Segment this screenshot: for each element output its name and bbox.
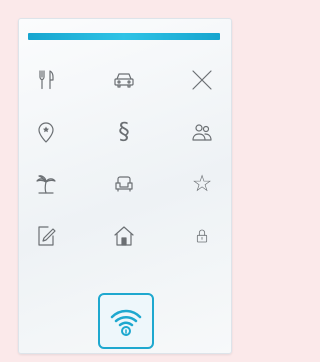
lock-button[interactable] bbox=[182, 216, 222, 256]
home-icon bbox=[114, 226, 134, 246]
furniture-button[interactable] bbox=[104, 164, 144, 204]
close-icon bbox=[192, 70, 212, 90]
people-button[interactable] bbox=[182, 112, 222, 152]
home-button[interactable] bbox=[104, 216, 144, 256]
header-bar bbox=[28, 33, 220, 40]
wifi-lock-icon bbox=[110, 309, 142, 336]
restaurant-button[interactable] bbox=[26, 60, 66, 100]
vacation-button[interactable] bbox=[26, 164, 66, 204]
edit-button[interactable] bbox=[26, 216, 66, 256]
car-button[interactable] bbox=[104, 60, 144, 100]
people-icon bbox=[192, 124, 212, 141]
close-button[interactable] bbox=[182, 60, 222, 100]
section-sign-icon: § bbox=[118, 119, 130, 145]
location-pin-icon bbox=[38, 122, 54, 143]
edit-icon bbox=[38, 226, 56, 246]
palm-tree-icon bbox=[36, 175, 56, 194]
lock-icon bbox=[196, 229, 208, 243]
icon-grid: § ☆ bbox=[26, 60, 222, 270]
location-button[interactable] bbox=[26, 112, 66, 152]
armchair-icon bbox=[115, 176, 133, 192]
wifi-lock-button[interactable] bbox=[98, 293, 154, 349]
car-icon bbox=[114, 73, 134, 88]
star-icon: ☆ bbox=[191, 171, 213, 197]
fork-knife-icon bbox=[39, 70, 54, 90]
section-button[interactable]: § bbox=[104, 112, 144, 152]
favorite-button[interactable]: ☆ bbox=[182, 164, 222, 204]
